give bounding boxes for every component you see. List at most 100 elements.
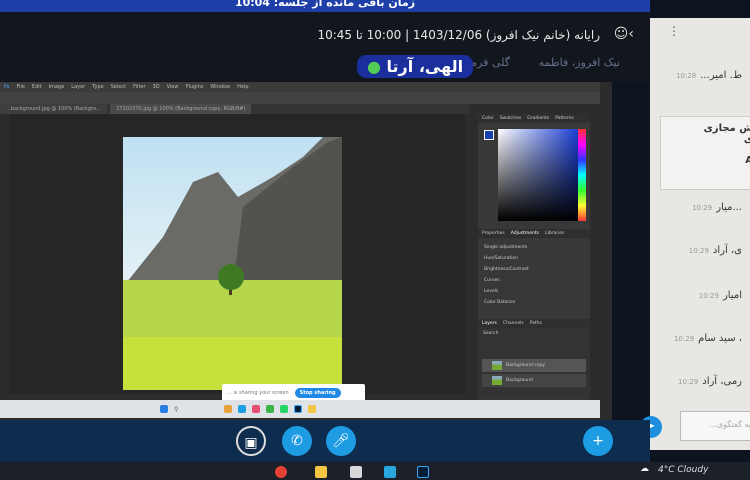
photoshop-icon[interactable] bbox=[294, 405, 303, 413]
app-icon[interactable] bbox=[266, 405, 275, 413]
active-speaker[interactable]: ● الهی، آرتا bbox=[357, 55, 474, 78]
ps-options-bar bbox=[0, 92, 600, 104]
windows-start-icon[interactable] bbox=[160, 405, 168, 413]
menu-item[interactable]: View bbox=[167, 84, 179, 90]
menu-item[interactable]: File bbox=[17, 84, 25, 90]
ps-panels: Color Swatches Gradients Patterns Proper… bbox=[478, 114, 590, 400]
menu-item[interactable]: Plugins bbox=[185, 84, 203, 90]
user-icon[interactable]: ☺‹ bbox=[614, 26, 634, 42]
microphone-icon[interactable]: 🎤︎ bbox=[326, 426, 356, 456]
search-icon[interactable]: ⚲ bbox=[174, 406, 178, 413]
sender: ی، آراد bbox=[712, 245, 742, 256]
foreground-color-swatch[interactable] bbox=[484, 130, 494, 140]
app-icon[interactable] bbox=[224, 405, 233, 413]
tab-paths[interactable]: Paths bbox=[530, 321, 542, 326]
shared-screen: Ps File Edit Image Layer Type Select Fil… bbox=[0, 82, 612, 420]
doc-tab[interactable]: ...background.jpg @ 100% (Backgro... bbox=[0, 104, 107, 114]
chat-message: امیار10:29 bbox=[699, 290, 742, 301]
adjustment-item[interactable]: Levels bbox=[478, 286, 590, 297]
adjustment-item[interactable]: Hue/Saturation bbox=[478, 253, 590, 264]
tab-color[interactable]: Color bbox=[482, 116, 494, 121]
call-controls: ▣ ✆ 🎤︎ + bbox=[0, 420, 650, 462]
chat-message: ...میار10:29 bbox=[692, 202, 742, 213]
tab-libraries[interactable]: Libraries bbox=[545, 231, 564, 236]
layers-tabs: Layers Channels Paths bbox=[478, 319, 590, 328]
phone-icon[interactable]: ✆ bbox=[282, 426, 312, 456]
app-icon[interactable] bbox=[238, 405, 247, 413]
windows-taskbar-shared: ⚲ bbox=[0, 400, 600, 418]
menu-item[interactable]: Image bbox=[49, 84, 65, 90]
menu-item[interactable]: Type bbox=[92, 84, 103, 90]
meeting-header: رایانه (خانم نیک افروز) 1403/12/06 | 10:… bbox=[0, 12, 650, 82]
layer-row[interactable]: Background copy bbox=[482, 359, 586, 372]
whatsapp-icon[interactable] bbox=[280, 405, 289, 413]
sender: رمی، آراد bbox=[702, 376, 742, 387]
layer-thumbnail bbox=[492, 361, 502, 370]
time: 10:29 bbox=[678, 378, 699, 386]
tab-adjustments[interactable]: Adjustments bbox=[511, 231, 539, 236]
more-options-icon[interactable]: ⋮ bbox=[668, 24, 680, 38]
card-line: A bbox=[745, 155, 750, 166]
photoshop-icon[interactable] bbox=[417, 466, 429, 478]
adjustment-item[interactable]: Brightness/Contrast bbox=[478, 264, 590, 275]
weather-icon[interactable]: ☁ bbox=[640, 464, 649, 474]
file-explorer-icon[interactable] bbox=[315, 466, 327, 478]
menu-item[interactable]: Window bbox=[210, 84, 230, 90]
menu-item[interactable]: 3D bbox=[153, 84, 160, 90]
layer-row[interactable]: Background bbox=[482, 374, 586, 387]
chat-input[interactable]: به گفتگوی... bbox=[680, 411, 750, 441]
menu-item[interactable]: Help bbox=[237, 84, 248, 90]
menu-item[interactable]: Ps bbox=[4, 84, 10, 90]
adjustment-item[interactable]: Curves bbox=[478, 275, 590, 286]
weather-text[interactable]: 4°C Cloudy bbox=[658, 465, 708, 475]
mail-icon[interactable] bbox=[384, 466, 396, 478]
store-icon[interactable] bbox=[350, 466, 362, 478]
participant[interactable]: نیک افروز، فاطمه bbox=[539, 56, 620, 69]
hue-slider[interactable] bbox=[578, 129, 586, 221]
card-line: ش مجازی bbox=[703, 123, 750, 134]
time: 10:29 bbox=[688, 247, 709, 255]
stop-sharing-button[interactable]: Stop sharing bbox=[294, 388, 341, 398]
menu-item[interactable]: Edit bbox=[32, 84, 42, 90]
app-icon[interactable] bbox=[252, 405, 261, 413]
tab-properties[interactable]: Properties bbox=[482, 231, 505, 236]
tab-gradients[interactable]: Gradients bbox=[527, 116, 549, 121]
sender: ، سید سام bbox=[698, 333, 742, 344]
layer-name: Background bbox=[506, 378, 533, 383]
host-taskbar: ☁ 4°C Cloudy bbox=[0, 462, 750, 480]
sender: ط. امیر... bbox=[700, 70, 742, 81]
layer-search[interactable]: Search bbox=[478, 328, 590, 339]
ps-menu-bar: Ps File Edit Image Layer Type Select Fil… bbox=[0, 82, 600, 92]
adjustment-item[interactable]: Color Balance bbox=[478, 297, 590, 308]
layer-thumbnail bbox=[492, 376, 502, 385]
time: 10:29 bbox=[673, 335, 695, 343]
tab-patterns[interactable]: Patterns bbox=[555, 116, 574, 121]
session-timer-bar: زمان باقی مانده از جلسه: 10:04 bbox=[0, 0, 650, 12]
app-icon[interactable] bbox=[308, 405, 317, 413]
color-picker-field[interactable] bbox=[498, 129, 578, 221]
menu-item[interactable]: Select bbox=[111, 84, 126, 90]
time: 10:29 bbox=[692, 204, 713, 212]
microphone-icon: ● bbox=[367, 57, 387, 76]
menu-item[interactable]: Filter bbox=[133, 84, 145, 90]
doc-tab-active[interactable]: 27102370.jpg @ 100% (Background copy, RG… bbox=[110, 104, 252, 114]
chrome-icon[interactable] bbox=[275, 466, 287, 478]
properties-tabs: Properties Adjustments Libraries bbox=[478, 229, 590, 238]
adjustments-header: Single adjustments bbox=[484, 245, 528, 250]
landscape-image bbox=[123, 137, 342, 390]
session-timer: زمان باقی مانده از جلسه: 10:04 bbox=[234, 0, 416, 9]
share-banner-text: ... is sharing your screen bbox=[227, 390, 289, 396]
tab-channels[interactable]: Channels bbox=[503, 321, 524, 326]
menu-item[interactable]: Layer bbox=[71, 84, 85, 90]
chat-card: ش مجازی ی A bbox=[660, 116, 750, 190]
active-speaker-name: الهی، آرتا bbox=[386, 57, 464, 76]
chat-message: ، سید سام10:29 bbox=[674, 333, 742, 344]
tab-layers[interactable]: Layers bbox=[482, 321, 497, 326]
chat-message: رمی، آراد10:29 bbox=[678, 376, 742, 387]
tab-swatches[interactable]: Swatches bbox=[500, 116, 522, 121]
layer-name: Background copy bbox=[506, 363, 546, 368]
document-tabs: ...background.jpg @ 100% (Backgro... 271… bbox=[0, 104, 470, 114]
sender: ...میار bbox=[716, 202, 742, 213]
camera-off-icon[interactable]: ▣ bbox=[236, 426, 266, 456]
add-icon[interactable]: + bbox=[583, 426, 613, 456]
